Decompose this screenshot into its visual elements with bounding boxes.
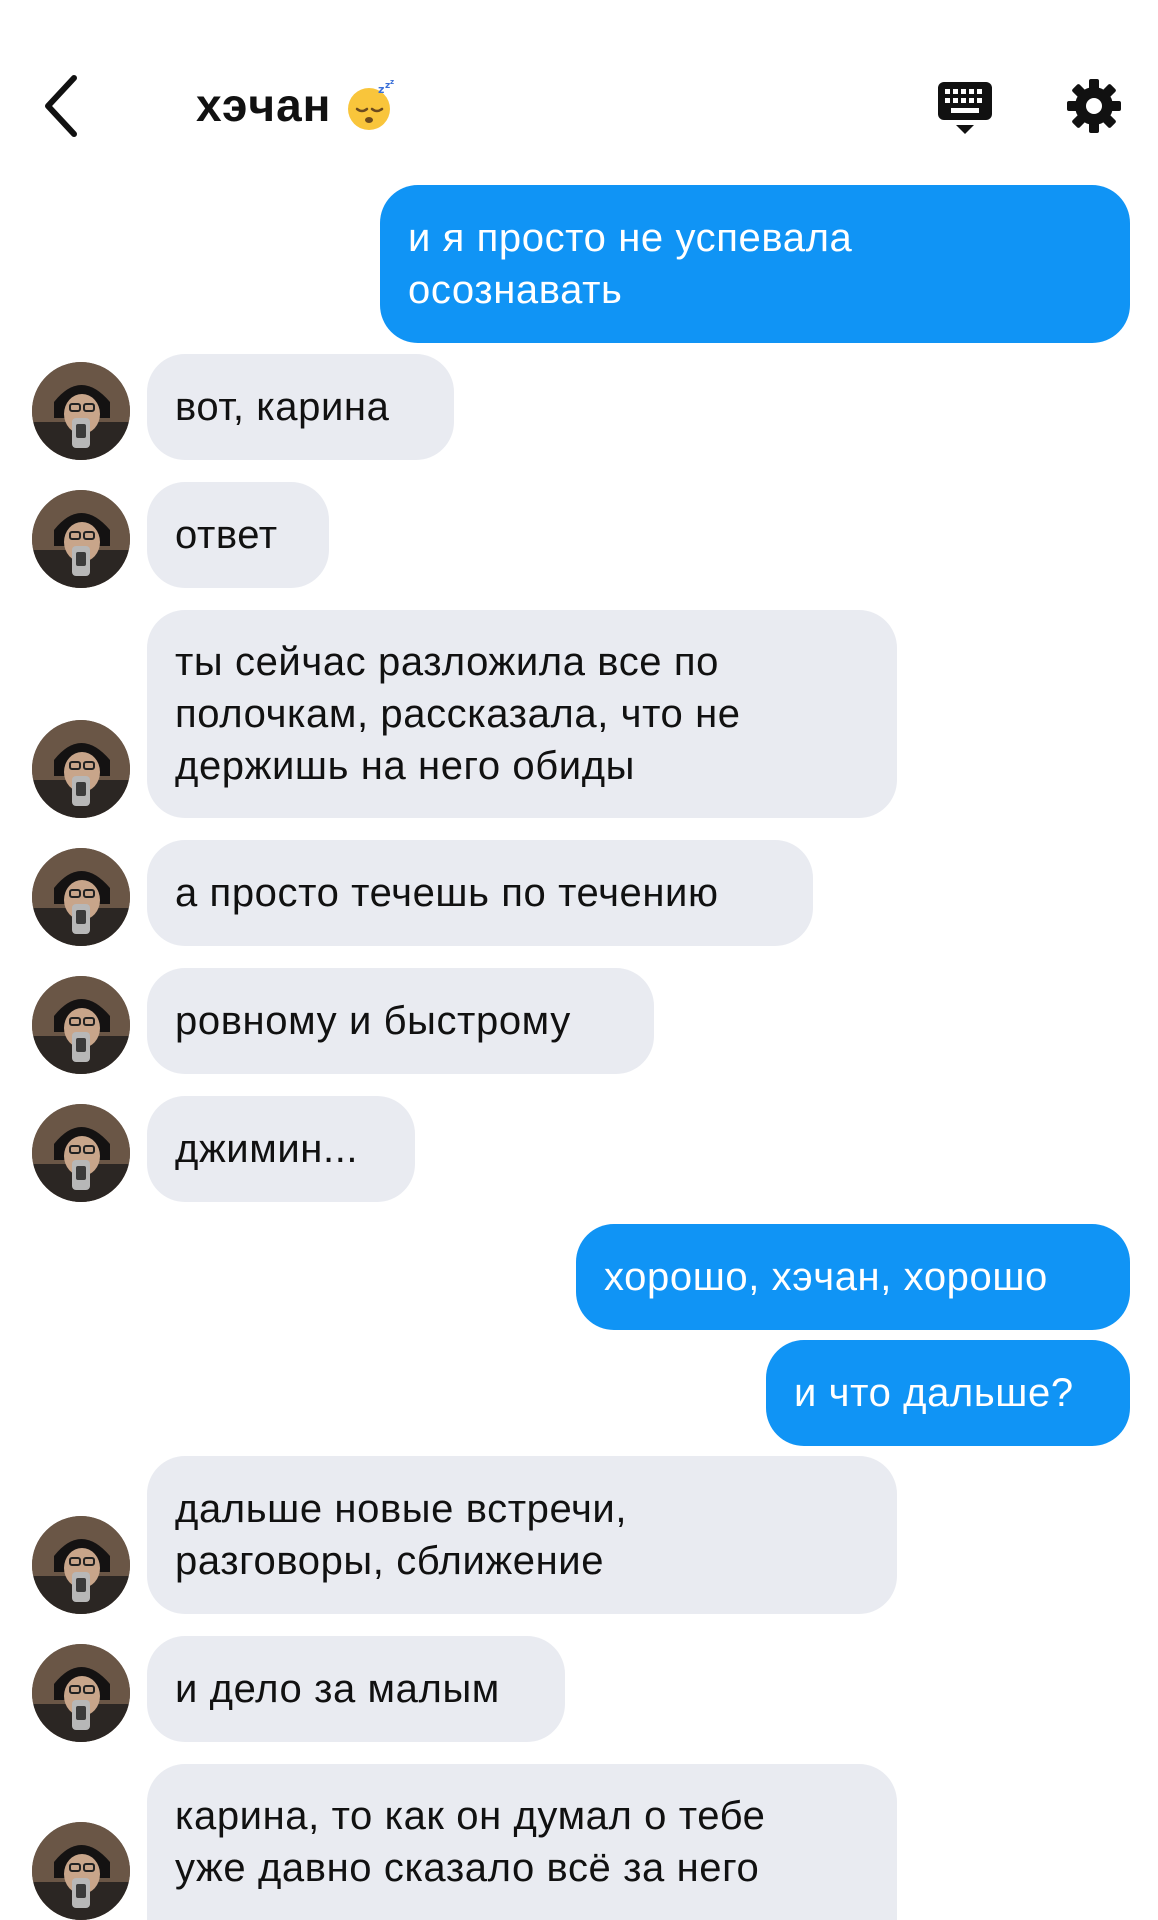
message-text: ровному и быстрому (175, 999, 571, 1043)
message-text: джимин... (175, 1127, 359, 1171)
avatar[interactable] (32, 976, 130, 1074)
avatar[interactable] (32, 848, 130, 946)
svg-text:z: z (378, 83, 384, 96)
avatar[interactable] (32, 490, 130, 588)
message-text: ты сейчас разложила все по полочкам, рас… (175, 640, 741, 788)
chat-header: хэчан z z z (0, 0, 1158, 180)
incoming-message[interactable]: вот, карина (147, 354, 454, 460)
outgoing-message[interactable]: и я просто не успевала осознавать (380, 185, 1130, 343)
message-text: дальше новые встречи, разговоры, сближен… (175, 1487, 628, 1583)
incoming-message[interactable]: ответ (147, 482, 329, 588)
keyboard-icon (938, 82, 992, 134)
avatar-image (32, 720, 130, 818)
incoming-message[interactable]: карина, то как он думал о тебе уже давно… (147, 1764, 897, 1920)
avatar-image (32, 976, 130, 1074)
incoming-message[interactable]: ты сейчас разложила все по полочкам, рас… (147, 610, 897, 818)
back-button[interactable] (36, 70, 96, 140)
message-text: хорошо, хэчан, хорошо (604, 1255, 1048, 1299)
incoming-message[interactable]: а просто течешь по течению (147, 840, 813, 946)
incoming-message[interactable]: и дело за малым (147, 1636, 565, 1742)
chevron-left-icon (45, 75, 77, 137)
avatar-image (32, 490, 130, 588)
avatar-image (32, 1822, 130, 1920)
chat-title-group[interactable]: хэчан z z z (196, 78, 397, 132)
avatar[interactable] (32, 720, 130, 818)
avatar[interactable] (32, 1644, 130, 1742)
message-text: карина, то как он думал о тебе уже давно… (175, 1794, 766, 1890)
avatar-image (32, 1104, 130, 1202)
outgoing-message[interactable]: и что дальше? (766, 1340, 1130, 1446)
incoming-message[interactable]: джимин... (147, 1096, 415, 1202)
outgoing-message[interactable]: хорошо, хэчан, хорошо (576, 1224, 1130, 1330)
message-text: и что дальше? (794, 1371, 1074, 1415)
contact-name: хэчан (196, 79, 332, 131)
message-text: вот, карина (175, 385, 390, 429)
avatar[interactable] (32, 1104, 130, 1202)
sleeping-face-icon: z z z (345, 78, 397, 131)
avatar-image (32, 848, 130, 946)
incoming-message[interactable]: дальше новые встречи, разговоры, сближен… (147, 1456, 897, 1614)
settings-button[interactable] (1066, 78, 1122, 134)
avatar-image (32, 362, 130, 460)
avatar[interactable] (32, 1822, 130, 1920)
svg-text:z: z (390, 79, 394, 86)
keyboard-button[interactable] (936, 80, 994, 138)
gear-icon (1067, 79, 1121, 133)
message-text: ответ (175, 513, 278, 557)
avatar-image (32, 1644, 130, 1742)
avatar[interactable] (32, 362, 130, 460)
incoming-message[interactable]: ровному и быстрому (147, 968, 654, 1074)
message-text: и я просто не успевала осознавать (408, 216, 853, 312)
avatar-image (32, 1516, 130, 1614)
message-text: а просто течешь по течению (175, 871, 719, 915)
message-text: и дело за малым (175, 1667, 500, 1711)
avatar[interactable] (32, 1516, 130, 1614)
